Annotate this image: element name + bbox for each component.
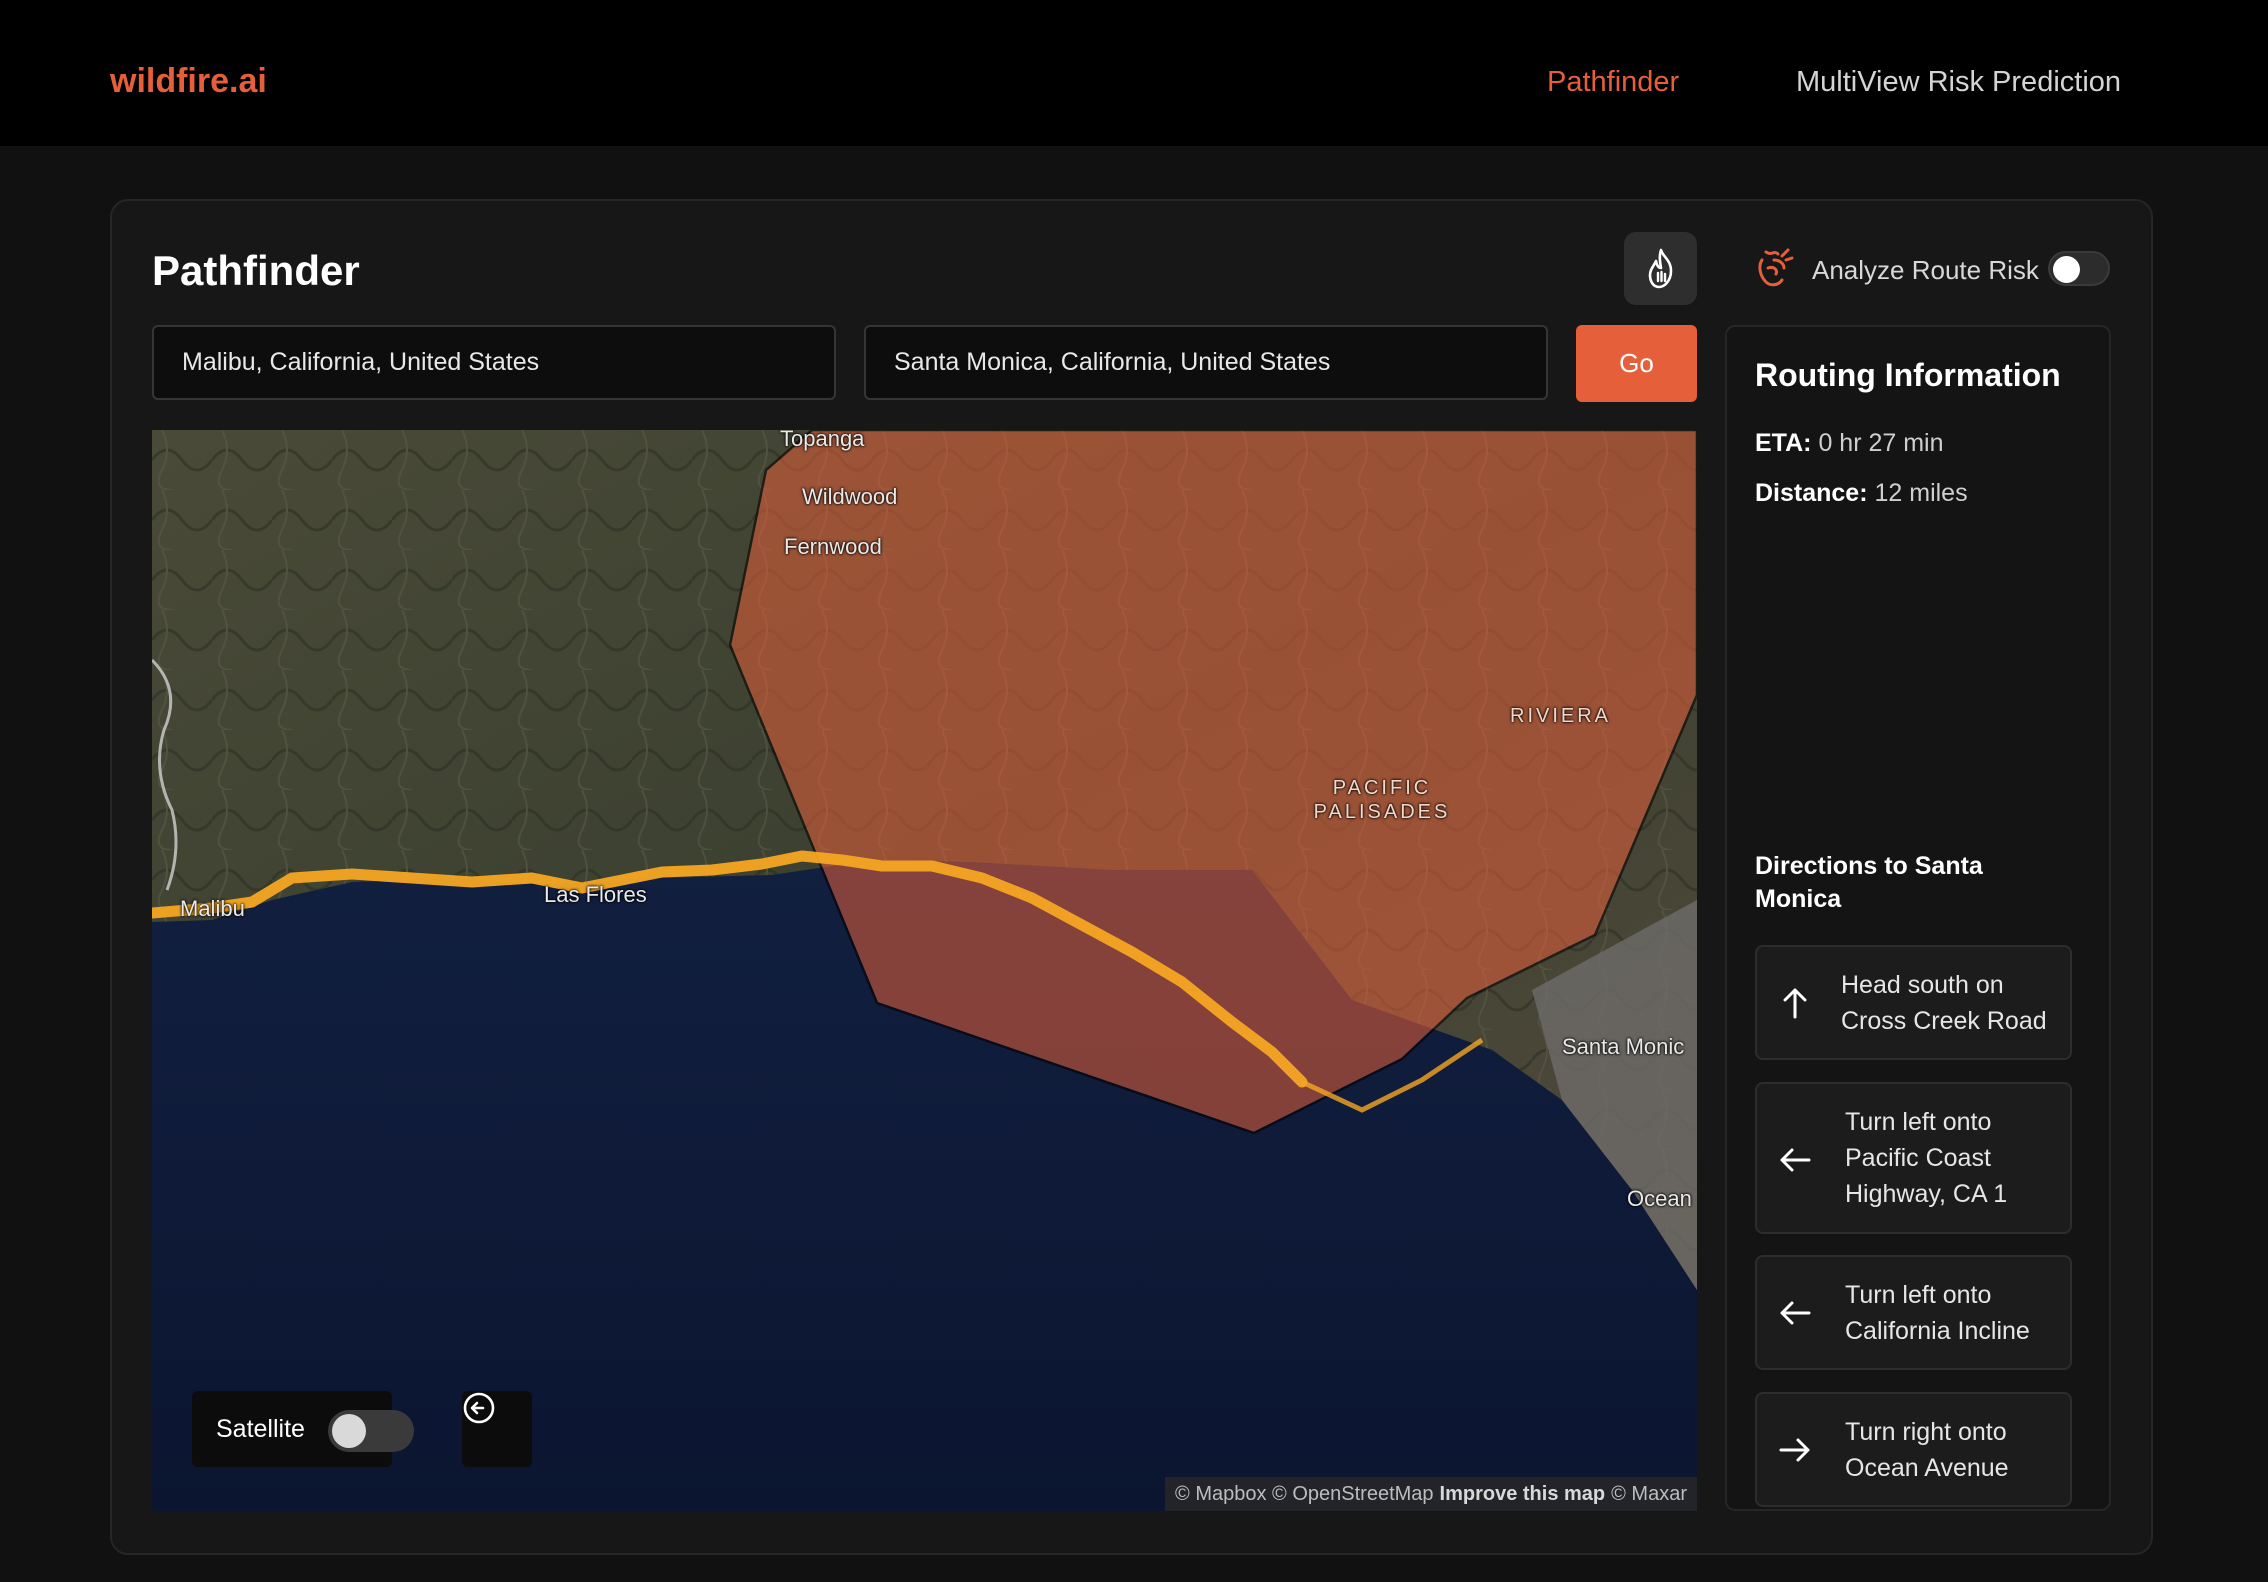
arrow-up-icon bbox=[1783, 988, 1807, 1019]
place-label: Fernwood bbox=[784, 534, 882, 559]
step-text: Turn right onto Ocean Avenue bbox=[1845, 1414, 2009, 1486]
arrow-left-icon bbox=[1780, 1148, 1811, 1172]
improve-map-link[interactable]: Improve this map bbox=[1440, 1483, 1606, 1506]
fire-layer-button[interactable] bbox=[1624, 232, 1697, 305]
satellite-toggle[interactable] bbox=[328, 1410, 414, 1452]
openstreetmap-credit-link[interactable]: © OpenStreetMap bbox=[1272, 1483, 1433, 1506]
map-view[interactable]: Topanga Wildwood Fernwood RIVIERA PACIFI… bbox=[152, 430, 1697, 1511]
routing-title: Routing Information bbox=[1755, 357, 2061, 393]
eta-value: 0 hr 27 min bbox=[1818, 429, 1944, 457]
direction-step[interactable]: Turn left onto California Incline bbox=[1755, 1255, 2072, 1370]
place-label: Topanga bbox=[780, 430, 865, 451]
analyze-route-risk-toggle[interactable] bbox=[2048, 251, 2110, 286]
toggle-knob bbox=[2053, 256, 2080, 283]
distance-row: Distance: 12 miles bbox=[1755, 479, 1968, 508]
go-button[interactable]: Go bbox=[1576, 325, 1697, 402]
place-label: Malibu bbox=[180, 896, 245, 921]
step-line: California Incline bbox=[1845, 1317, 2030, 1345]
step-line: Head south on bbox=[1841, 971, 2004, 999]
recenter-button[interactable] bbox=[462, 1391, 532, 1467]
distance-label: Distance: bbox=[1755, 479, 1868, 507]
eta-row: ETA: 0 hr 27 min bbox=[1755, 429, 1944, 458]
direction-step[interactable]: Turn left onto Pacific Coast Highway, CA… bbox=[1755, 1082, 2072, 1234]
place-label: Santa Monic bbox=[1562, 1034, 1685, 1059]
nav-link-pathfinder[interactable]: Pathfinder bbox=[1547, 66, 1679, 99]
step-text: Turn left onto California Incline bbox=[1845, 1277, 2030, 1349]
origin-input[interactable]: Malibu, California, United States bbox=[152, 325, 836, 400]
place-label: PACIFIC PALISADES bbox=[1313, 777, 1451, 823]
destination-input[interactable]: Santa Monica, California, United States bbox=[864, 325, 1548, 400]
arrow-left-circle-icon bbox=[463, 1392, 495, 1424]
toggle-knob bbox=[332, 1414, 366, 1448]
direction-step[interactable]: Turn right onto Ocean Avenue bbox=[1755, 1392, 2072, 1507]
arrow-right-icon bbox=[1779, 1438, 1810, 1462]
arrow-left-icon bbox=[1780, 1301, 1811, 1325]
map-attribution: © Mapbox © OpenStreetMap Improve this ma… bbox=[1165, 1477, 1697, 1511]
satellite-map-graphic bbox=[152, 430, 1697, 1511]
nav-link-multiview-risk-prediction[interactable]: MultiView Risk Prediction bbox=[1796, 66, 2121, 99]
step-text: Turn left onto Pacific Coast Highway, CA… bbox=[1845, 1104, 2007, 1212]
page-title: Pathfinder bbox=[152, 247, 360, 294]
step-line: Pacific Coast bbox=[1845, 1144, 1991, 1172]
place-label: Las Flores bbox=[544, 882, 647, 907]
brand-logo[interactable]: wildfire.ai bbox=[110, 62, 267, 101]
step-line: Highway, CA 1 bbox=[1845, 1180, 2008, 1208]
place-label: RIVIERA bbox=[1510, 705, 1612, 727]
satellite-control: Satellite bbox=[192, 1391, 414, 1467]
directions-title: Directions to Santa Monica bbox=[1755, 852, 1983, 913]
step-line: Cross Creek Road bbox=[1841, 1007, 2047, 1035]
step-line: Turn left onto bbox=[1845, 1108, 1992, 1136]
step-line: Turn right onto bbox=[1845, 1418, 2007, 1446]
eta-label: ETA: bbox=[1755, 429, 1812, 457]
analyze-route-risk-label: Analyze Route Risk bbox=[1812, 255, 2039, 285]
step-text: Head south on Cross Creek Road bbox=[1841, 967, 2047, 1039]
fire-hand-icon bbox=[1648, 248, 1672, 288]
maxar-credit-link[interactable]: © Maxar bbox=[1611, 1483, 1687, 1506]
satellite-label: Satellite bbox=[216, 1414, 305, 1443]
place-label: Ocean bbox=[1627, 1186, 1692, 1211]
mapbox-credit-link[interactable]: © Mapbox bbox=[1175, 1483, 1266, 1506]
step-line: Turn left onto bbox=[1845, 1281, 1992, 1309]
routing-information-panel: Routing Information ETA: 0 hr 27 min Dis… bbox=[1725, 325, 2111, 1511]
place-label: Wildwood bbox=[802, 484, 898, 509]
distance-value: 12 miles bbox=[1874, 479, 1968, 507]
route-risk-icon bbox=[1758, 248, 1794, 287]
step-line: Ocean Avenue bbox=[1845, 1454, 2009, 1482]
direction-step[interactable]: Head south on Cross Creek Road bbox=[1755, 945, 2072, 1060]
